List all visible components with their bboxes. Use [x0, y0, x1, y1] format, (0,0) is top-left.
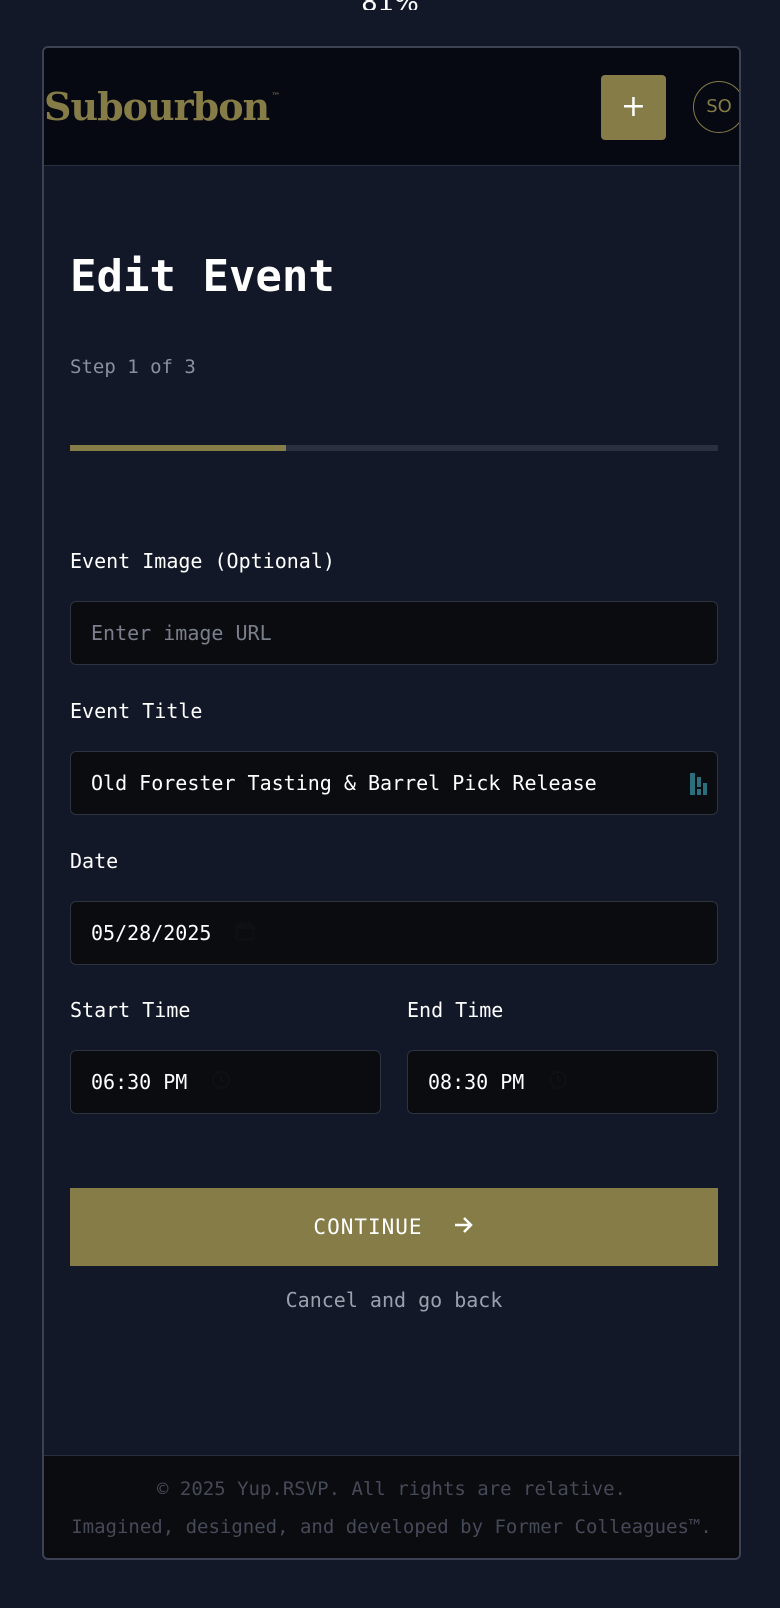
footer-credits: Imagined, designed, and developed by For…	[71, 1516, 712, 1538]
date-input[interactable]: 05/28/2025	[70, 901, 718, 965]
progress-fill	[70, 445, 286, 451]
event-image-label: Event Image (Optional)	[70, 549, 335, 573]
step-indicator: Step 1 of 3	[70, 356, 196, 378]
zoom-indicator: 81%	[0, 0, 780, 10]
continue-button[interactable]: CONTINUE	[70, 1188, 718, 1266]
password-manager-icon[interactable]	[688, 771, 710, 797]
date-value: 05/28/2025	[91, 921, 212, 945]
event-title-input[interactable]: Old Forester Tasting & Barrel Pick Relea…	[70, 751, 718, 815]
event-image-placeholder: Enter image URL	[91, 621, 272, 645]
app-frame: Subourbon ™ + SO Edit Event Step 1 of 3 E…	[42, 46, 741, 1560]
arrow-right-icon	[453, 1215, 475, 1240]
add-event-button[interactable]: +	[601, 75, 666, 140]
cancel-link[interactable]: Cancel and go back	[70, 1288, 718, 1312]
clock-icon[interactable]	[211, 1070, 231, 1095]
start-time-value: 06:30 PM	[91, 1070, 188, 1094]
plus-icon: +	[620, 89, 647, 124]
clock-icon[interactable]	[548, 1070, 568, 1095]
event-title-value: Old Forester Tasting & Barrel Pick Relea…	[91, 771, 597, 795]
calendar-icon[interactable]	[235, 921, 255, 946]
event-image-input[interactable]: Enter image URL	[70, 601, 718, 665]
footer-copyright: © 2025 Yup.RSVP. All rights are relative…	[157, 1478, 626, 1500]
date-label: Date	[70, 849, 119, 873]
top-bar: Subourbon ™ + SO	[44, 48, 739, 166]
end-time-value: 08:30 PM	[428, 1070, 525, 1094]
logo-text: Subourbon	[44, 84, 270, 129]
avatar[interactable]: SO	[693, 81, 739, 133]
page-title: Edit Event	[70, 251, 335, 302]
end-time-input[interactable]: 08:30 PM	[407, 1050, 718, 1114]
event-title-label: Event Title	[70, 699, 203, 723]
logo-trademark: ™	[271, 92, 280, 102]
progress-bar	[70, 445, 718, 451]
start-time-label: Start Time	[70, 998, 191, 1022]
logo[interactable]: Subourbon ™	[44, 84, 280, 129]
footer: © 2025 Yup.RSVP. All rights are relative…	[44, 1455, 739, 1558]
start-time-input[interactable]: 06:30 PM	[70, 1050, 381, 1114]
end-time-label: End Time	[407, 998, 504, 1022]
continue-label: CONTINUE	[313, 1215, 423, 1239]
